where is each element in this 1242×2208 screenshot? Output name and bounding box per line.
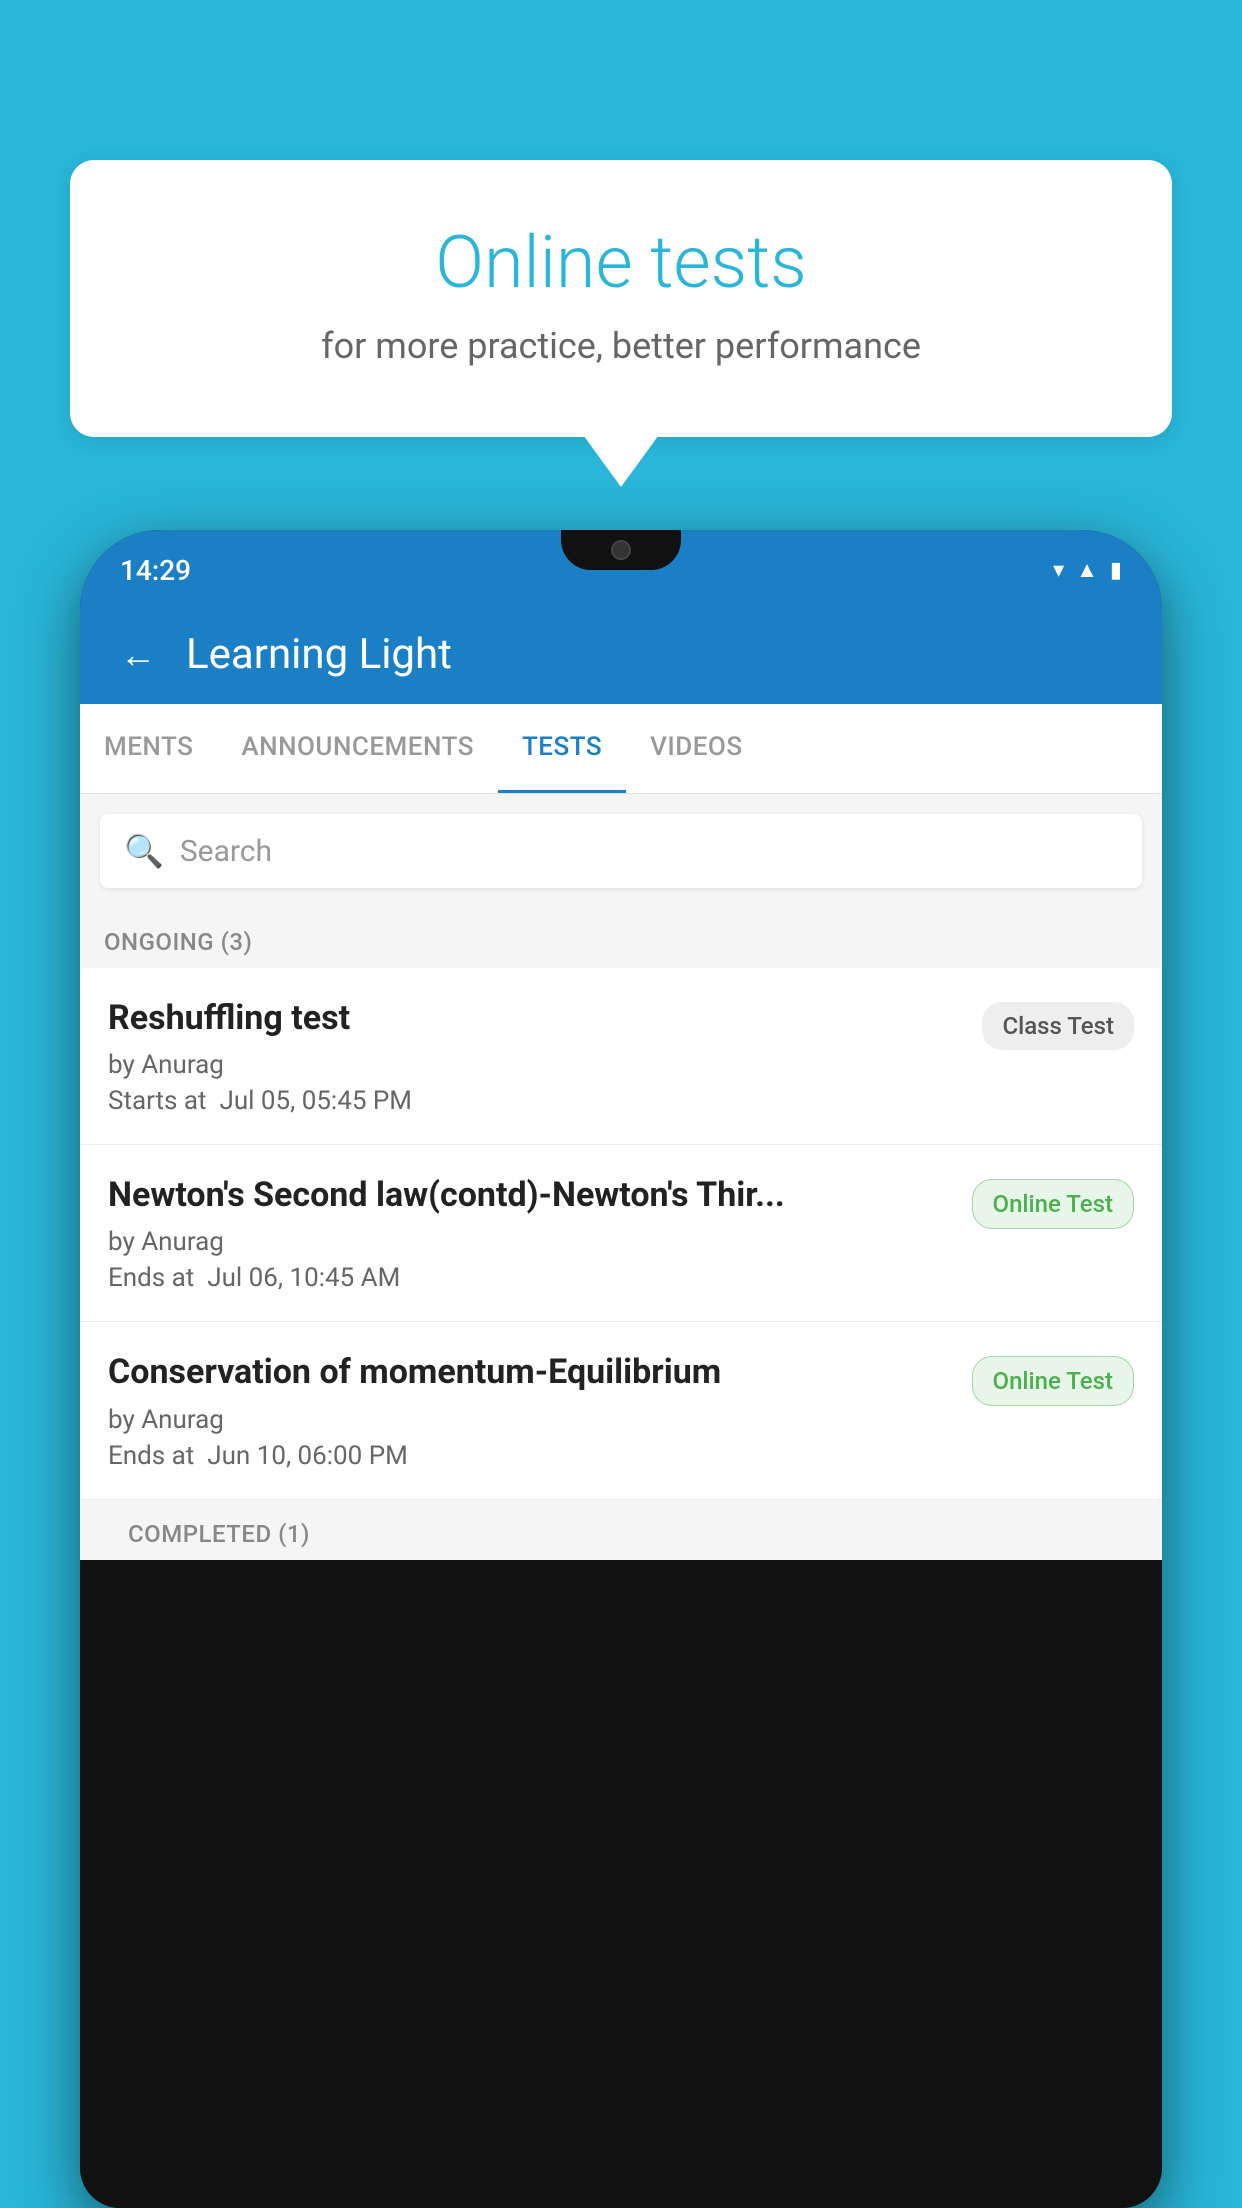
test-item-1[interactable]: Reshuffling test by Anurag Starts at Jul… [80, 968, 1162, 1145]
ongoing-label: ONGOING (3) [104, 928, 252, 956]
tab-tests[interactable]: TESTS [498, 704, 626, 793]
test-name-3: Conservation of momentum-Equilibrium [108, 1350, 952, 1394]
test-name-1: Reshuffling test [108, 996, 962, 1040]
speech-bubble: Online tests for more practice, better p… [70, 160, 1172, 437]
test-info-2: Newton's Second law(contd)-Newton's Thir… [108, 1173, 972, 1293]
status-bar: 14:29 ▾ ▲ ▮ [80, 530, 1162, 610]
search-container: 🔍 Search [80, 794, 1162, 908]
test-time-2: Ends at Jul 06, 10:45 AM [108, 1263, 952, 1293]
app-header: ← Learning Light [80, 610, 1162, 704]
status-time: 14:29 [120, 554, 191, 587]
test-by-3: by Anurag [108, 1405, 952, 1435]
battery-icon: ▮ [1110, 558, 1122, 583]
search-placeholder: Search [180, 834, 272, 869]
test-by-1: by Anurag [108, 1050, 962, 1080]
test-name-2: Newton's Second law(contd)-Newton's Thir… [108, 1173, 952, 1217]
test-info-3: Conservation of momentum-Equilibrium by … [108, 1350, 972, 1470]
tab-videos[interactable]: VIDEOS [626, 704, 766, 793]
test-item-3[interactable]: Conservation of momentum-Equilibrium by … [80, 1322, 1162, 1499]
test-item-2[interactable]: Newton's Second law(contd)-Newton's Thir… [80, 1145, 1162, 1322]
signal-icon: ▲ [1076, 557, 1098, 583]
tab-announcements[interactable]: ANNOUNCEMENTS [217, 704, 498, 793]
test-by-2: by Anurag [108, 1227, 952, 1257]
tag-online-test-2: Online Test [972, 1179, 1134, 1229]
completed-section-header: COMPLETED (1) [80, 1500, 1162, 1560]
bubble-title: Online tests [150, 220, 1092, 305]
test-time-3: Ends at Jun 10, 06:00 PM [108, 1441, 952, 1471]
content-area: 🔍 Search ONGOING (3) Reshuffling test by… [80, 794, 1162, 1560]
tab-ments[interactable]: MENTS [80, 704, 217, 793]
bubble-subtitle: for more practice, better performance [150, 325, 1092, 367]
completed-label: COMPLETED (1) [104, 1504, 334, 1556]
tab-bar: MENTS ANNOUNCEMENTS TESTS VIDEOS [80, 704, 1162, 794]
app-title: Learning Light [186, 630, 452, 679]
ongoing-section-header: ONGOING (3) [80, 908, 1162, 968]
phone-notch [561, 530, 681, 570]
search-bar[interactable]: 🔍 Search [100, 814, 1142, 888]
phone-camera [611, 540, 631, 560]
phone-screen: ← Learning Light MENTS ANNOUNCEMENTS TES… [80, 610, 1162, 1560]
test-time-1: Starts at Jul 05, 05:45 PM [108, 1086, 962, 1116]
test-info-1: Reshuffling test by Anurag Starts at Jul… [108, 996, 982, 1116]
status-icons: ▾ ▲ ▮ [1053, 557, 1122, 583]
search-icon: 🔍 [124, 832, 164, 870]
tag-online-test-3: Online Test [972, 1356, 1134, 1406]
wifi-icon: ▾ [1053, 558, 1064, 583]
phone-frame: 14:29 ▾ ▲ ▮ ← Learning Light MENTS ANNOU… [80, 530, 1162, 2208]
tag-class-test-1: Class Test [982, 1002, 1134, 1050]
back-button[interactable]: ← [120, 634, 156, 676]
